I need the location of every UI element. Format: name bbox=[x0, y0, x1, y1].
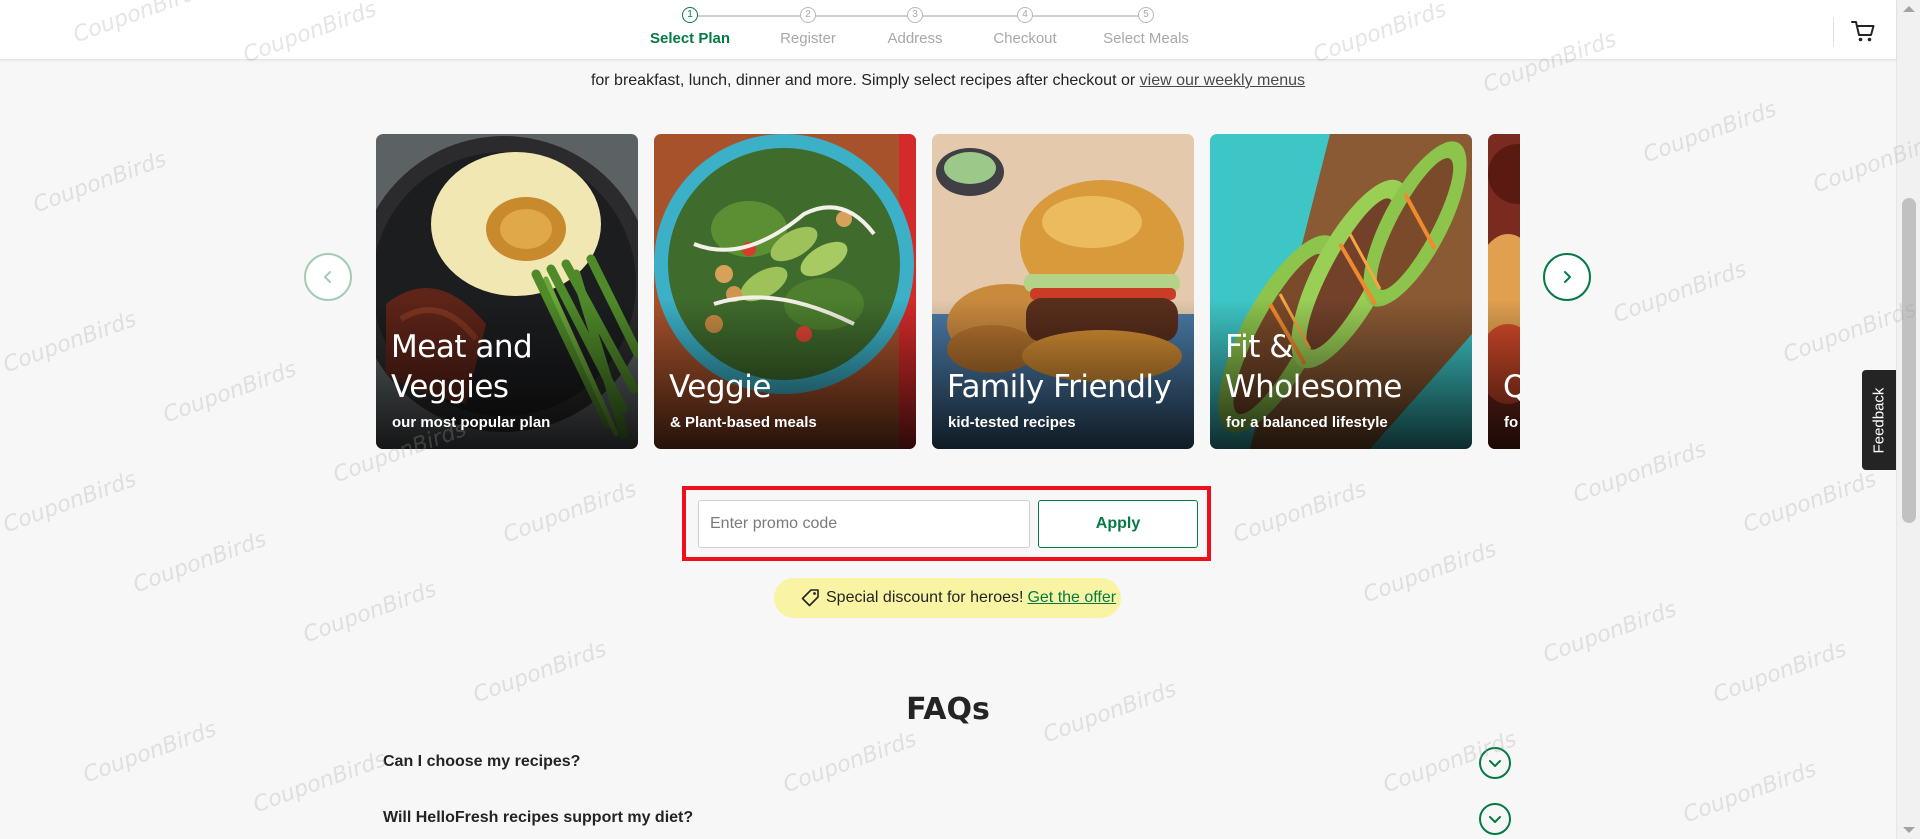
card-title: Fit & Wholesome bbox=[1225, 329, 1402, 405]
watermark: CouponBirds bbox=[1609, 256, 1750, 329]
heroes-offer-banner: Special discount for heroes! Get the off… bbox=[774, 578, 1121, 618]
carousel-next-button[interactable] bbox=[1543, 253, 1591, 301]
watermark: CouponBirds bbox=[79, 716, 220, 789]
card-subtitle: & Plant-based meals bbox=[670, 414, 817, 431]
promo-code-input[interactable] bbox=[698, 500, 1030, 548]
card-title: Q bbox=[1503, 369, 1520, 405]
step-number: 3 bbox=[907, 7, 923, 23]
header-divider bbox=[1833, 18, 1834, 46]
card-subtitle: kid-tested recipes bbox=[948, 414, 1076, 431]
card-title: Veggie bbox=[669, 369, 771, 405]
scroll-up-arrow[interactable] bbox=[1903, 6, 1915, 12]
faq-item[interactable]: Will HelloFresh recipes support my diet? bbox=[383, 801, 1513, 835]
chevron-down-icon bbox=[1489, 760, 1501, 767]
checkout-header: 1 Select Plan 2 Register 3 Address 4 Che… bbox=[0, 0, 1896, 60]
watermark: CouponBirds bbox=[1679, 756, 1820, 829]
plan-card-partial[interactable]: Q fo bbox=[1488, 134, 1520, 449]
step-select-meals[interactable]: 5 Select Meals bbox=[1076, 7, 1216, 47]
faq-item[interactable]: Can I choose my recipes? bbox=[383, 745, 1513, 779]
plan-carousel: Meat and Veggies our most popular plan V… bbox=[376, 134, 1520, 449]
step-label: Checkout bbox=[993, 30, 1057, 47]
page-scrollbar[interactable] bbox=[1896, 0, 1920, 839]
step-number: 4 bbox=[1017, 7, 1033, 23]
watermark: CouponBirds bbox=[0, 466, 140, 539]
apply-promo-button[interactable]: Apply bbox=[1038, 500, 1198, 548]
card-subtitle: for a balanced lifestyle bbox=[1226, 414, 1388, 431]
card-title: Meat and Veggies bbox=[391, 329, 533, 405]
card-subtitle: our most popular plan bbox=[392, 414, 551, 431]
faq-question: Can I choose my recipes? bbox=[383, 753, 581, 770]
feedback-tab[interactable]: Feedback bbox=[1862, 370, 1896, 470]
faq-heading: FAQs bbox=[906, 692, 990, 727]
plan-card-family-friendly[interactable]: Family Friendly kid-tested recipes bbox=[932, 134, 1194, 449]
get-offer-link[interactable]: Get the offer bbox=[1027, 589, 1116, 607]
watermark: CouponBirds bbox=[129, 526, 270, 599]
plan-card-veggie[interactable]: Veggie & Plant-based meals bbox=[654, 134, 916, 449]
step-number: 5 bbox=[1138, 7, 1154, 23]
cart-icon[interactable] bbox=[1850, 18, 1876, 44]
watermark: CouponBirds bbox=[499, 476, 640, 549]
card-title: Family Friendly bbox=[947, 369, 1172, 405]
step-checkout[interactable]: 4 Checkout bbox=[955, 7, 1095, 47]
watermark: CouponBirds bbox=[249, 746, 390, 819]
watermark: CouponBirds bbox=[1229, 476, 1370, 549]
watermark: CouponBirds bbox=[29, 146, 170, 219]
scroll-thumb[interactable] bbox=[1902, 198, 1916, 523]
watermark: CouponBirds bbox=[1569, 436, 1710, 509]
step-number: 1 bbox=[682, 7, 698, 23]
watermark: CouponBirds bbox=[1359, 536, 1500, 609]
faq-question: Will HelloFresh recipes support my diet? bbox=[383, 809, 694, 826]
watermark: CouponBirds bbox=[1639, 96, 1780, 169]
tag-icon bbox=[801, 589, 819, 607]
faq-expand-toggle[interactable] bbox=[1479, 803, 1511, 835]
watermark: CouponBirds bbox=[159, 356, 300, 429]
feedback-label: Feedback bbox=[1870, 387, 1888, 453]
step-number: 2 bbox=[800, 7, 816, 23]
card-subtitle: fo bbox=[1504, 414, 1519, 431]
heroes-offer-text: Special discount for heroes! bbox=[826, 589, 1024, 606]
weekly-menus-link[interactable]: view our weekly menus bbox=[1140, 72, 1305, 89]
chevron-left-icon bbox=[324, 271, 331, 283]
watermark: CouponBirds bbox=[0, 306, 140, 379]
scroll-down-arrow[interactable] bbox=[1903, 827, 1915, 833]
chevron-down-icon bbox=[1489, 816, 1501, 823]
chevron-right-icon bbox=[1564, 271, 1571, 283]
step-label: Select Meals bbox=[1103, 30, 1189, 47]
plan-intro-text: for breakfast, lunch, dinner and more. S… bbox=[0, 72, 1896, 90]
faq-expand-toggle[interactable] bbox=[1479, 747, 1511, 779]
plan-card-meat-and-veggies[interactable]: Meat and Veggies our most popular plan bbox=[376, 134, 638, 449]
watermark: CouponBirds bbox=[1739, 466, 1880, 539]
checkout-stepper: 1 Select Plan 2 Register 3 Address 4 Che… bbox=[640, 0, 1200, 60]
plan-card-fit-and-wholesome[interactable]: Fit & Wholesome for a balanced lifestyle bbox=[1210, 134, 1472, 449]
watermark: CouponBirds bbox=[1539, 596, 1680, 669]
carousel-prev-button[interactable] bbox=[304, 253, 352, 301]
intro-text: for breakfast, lunch, dinner and more. S… bbox=[590, 72, 1140, 89]
watermark: CouponBirds bbox=[299, 576, 440, 649]
